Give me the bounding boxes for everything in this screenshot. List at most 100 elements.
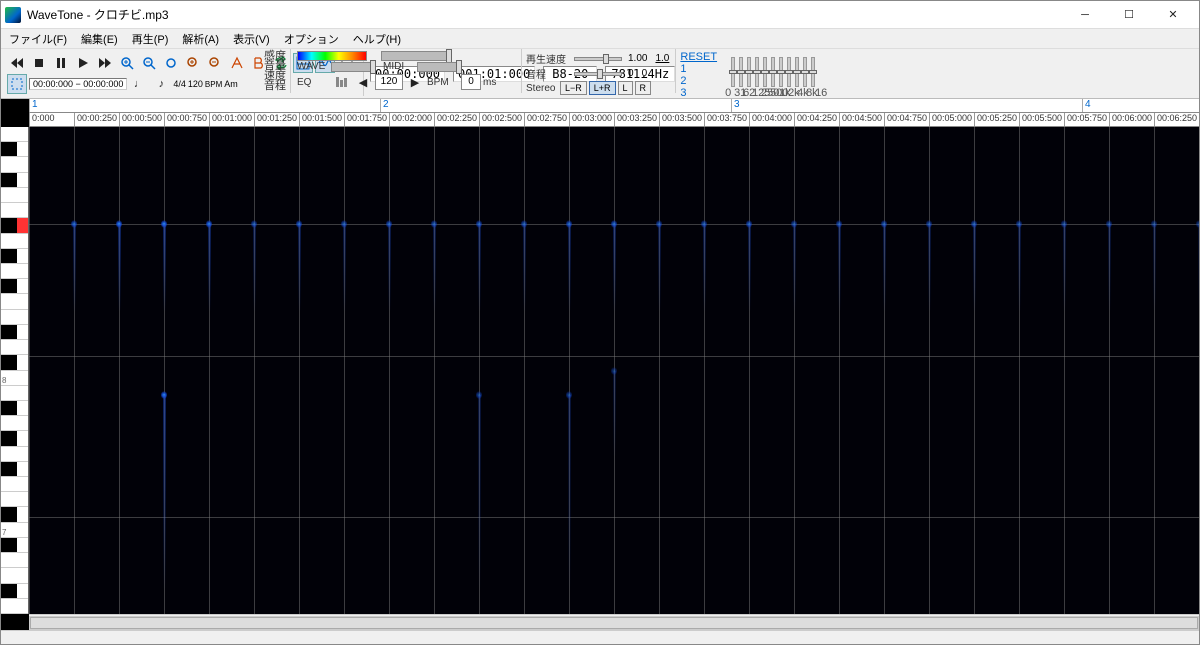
piano-key[interactable] bbox=[1, 234, 28, 249]
piano-key[interactable] bbox=[1, 507, 28, 522]
piano-key[interactable] bbox=[1, 416, 28, 431]
stereo-lplus-r[interactable]: L+R bbox=[589, 81, 616, 95]
zoom-out-icon[interactable] bbox=[139, 53, 159, 73]
note-icon[interactable]: ♪ bbox=[151, 74, 171, 94]
time-marker: 00:01:750 bbox=[344, 113, 387, 126]
ff-button[interactable] bbox=[95, 53, 115, 73]
piano-key[interactable]: 9 bbox=[1, 218, 28, 233]
piano-key[interactable] bbox=[1, 188, 28, 203]
speed-slider[interactable] bbox=[574, 57, 622, 61]
time-marker: 0:000 bbox=[29, 113, 55, 126]
piano-key[interactable] bbox=[1, 431, 28, 446]
volume-slider[interactable] bbox=[381, 51, 451, 61]
time-marker: 00:03:250 bbox=[614, 113, 657, 126]
piano-key[interactable]: 7 bbox=[1, 523, 28, 538]
time-marker: 00:06:000 bbox=[1109, 113, 1152, 126]
bar-ruler[interactable]: 1234 bbox=[29, 99, 1199, 113]
select-tool-icon[interactable] bbox=[7, 74, 27, 94]
zoom-v-out-icon[interactable] bbox=[205, 53, 225, 73]
workspace: 1234 0:00000:00:25000:00:50000:00:75000:… bbox=[1, 99, 1199, 630]
spectrogram[interactable] bbox=[29, 127, 1199, 614]
rewind-button[interactable] bbox=[7, 53, 27, 73]
sensitivity-gradient[interactable] bbox=[297, 51, 367, 61]
marker-a-icon[interactable] bbox=[227, 53, 247, 73]
menu-help[interactable]: ヘルプ(H) bbox=[347, 29, 407, 49]
tempo-down[interactable]: ◀ bbox=[353, 72, 373, 92]
eq-group: RESET 1 2 3 031 62125 250500 bbox=[678, 49, 831, 93]
minimize-button[interactable]: ─ bbox=[1063, 2, 1107, 28]
piano-key[interactable] bbox=[1, 127, 28, 142]
time-marker: 00:00:250 bbox=[74, 113, 117, 126]
piano-key[interactable] bbox=[1, 340, 28, 355]
time-marker: 00:05:750 bbox=[1064, 113, 1107, 126]
eq-reset[interactable]: RESET bbox=[680, 51, 717, 63]
speed-label: 再生速度 bbox=[526, 51, 570, 66]
window-title: WaveTone - クロチビ.mp3 bbox=[27, 6, 1063, 23]
pause-button[interactable] bbox=[51, 53, 71, 73]
bpm-delta[interactable]: 0 bbox=[461, 74, 481, 90]
ms-label: ms bbox=[483, 77, 513, 88]
wave-volume[interactable] bbox=[331, 62, 375, 72]
piano-key[interactable] bbox=[1, 249, 28, 264]
tempo-value[interactable]: 120 bbox=[375, 74, 403, 90]
piano-key[interactable] bbox=[1, 462, 28, 477]
time-marker: 00:04:000 bbox=[749, 113, 792, 126]
zoom-fit-icon[interactable] bbox=[161, 53, 181, 73]
menubar: ファイル(F) 編集(E) 再生(P) 解析(A) 表示(V) オプション ヘル… bbox=[1, 29, 1199, 49]
play-button[interactable] bbox=[73, 53, 93, 73]
maximize-button[interactable]: ☐ bbox=[1107, 2, 1151, 28]
stereo-l[interactable]: L bbox=[618, 81, 633, 95]
speed-max[interactable]: 1.0 bbox=[655, 53, 669, 64]
eq-toggle[interactable] bbox=[331, 72, 351, 92]
sensitivity-labels: 感度 音量 速度 音程 bbox=[262, 49, 288, 93]
piano-key[interactable] bbox=[1, 325, 28, 340]
piano-key[interactable] bbox=[1, 203, 28, 218]
time-marker: 00:05:250 bbox=[974, 113, 1017, 126]
time-marker: 00:00:500 bbox=[119, 113, 162, 126]
menu-file[interactable]: ファイル(F) bbox=[3, 29, 73, 49]
piano-keyboard[interactable]: 9 8 7 bbox=[1, 127, 29, 614]
piano-key[interactable] bbox=[1, 584, 28, 599]
wave-label: WAVE bbox=[297, 61, 327, 72]
piano-key[interactable] bbox=[1, 492, 28, 507]
close-button[interactable]: ✕ bbox=[1151, 2, 1195, 28]
piano-key[interactable] bbox=[1, 568, 28, 583]
pitch-max[interactable]: 0 bbox=[642, 68, 648, 79]
zoom-v-in-icon[interactable] bbox=[183, 53, 203, 73]
midi-volume[interactable] bbox=[417, 62, 461, 72]
eq-sliders[interactable] bbox=[731, 51, 815, 87]
menu-analyze[interactable]: 解析(A) bbox=[176, 29, 225, 49]
time-ruler[interactable]: 0:00000:00:25000:00:50000:00:75000:01:00… bbox=[29, 113, 1199, 127]
piano-key[interactable] bbox=[1, 599, 28, 614]
piano-key[interactable] bbox=[1, 477, 28, 492]
piano-key[interactable] bbox=[1, 294, 28, 309]
stereo-lminus-r[interactable]: L−R bbox=[560, 81, 587, 95]
piano-key[interactable] bbox=[1, 355, 28, 370]
stereo-r[interactable]: R bbox=[635, 81, 652, 95]
piano-key[interactable] bbox=[1, 279, 28, 294]
piano-key[interactable] bbox=[1, 553, 28, 568]
piano-key[interactable] bbox=[1, 264, 28, 279]
piano-key[interactable] bbox=[1, 401, 28, 416]
piano-key[interactable] bbox=[1, 447, 28, 462]
pitch-slider[interactable] bbox=[574, 72, 622, 76]
piano-key[interactable] bbox=[1, 173, 28, 188]
piano-key[interactable] bbox=[1, 538, 28, 553]
piano-key[interactable] bbox=[1, 310, 28, 325]
time-marker: 00:04:750 bbox=[884, 113, 927, 126]
horizontal-scrollbar[interactable] bbox=[29, 614, 1199, 630]
bar-marker: 1 bbox=[29, 99, 38, 112]
menu-edit[interactable]: 編集(E) bbox=[75, 29, 124, 49]
piano-key[interactable]: 8 bbox=[1, 371, 28, 386]
piano-key[interactable] bbox=[1, 157, 28, 172]
menu-play[interactable]: 再生(P) bbox=[126, 29, 175, 49]
tempo-up[interactable]: ▶ bbox=[405, 72, 425, 92]
menu-view[interactable]: 表示(V) bbox=[227, 29, 276, 49]
menu-option[interactable]: オプション bbox=[278, 29, 345, 49]
tempo-icon[interactable]: ♩ bbox=[129, 74, 149, 94]
stop-button[interactable] bbox=[29, 53, 49, 73]
piano-key[interactable] bbox=[1, 142, 28, 157]
zoom-in-icon[interactable] bbox=[117, 53, 137, 73]
sens-vol-group: WAVE MIDI EQ ◀ 120 ▶ BPM 0 ms bbox=[290, 49, 522, 93]
piano-key[interactable] bbox=[1, 386, 28, 401]
